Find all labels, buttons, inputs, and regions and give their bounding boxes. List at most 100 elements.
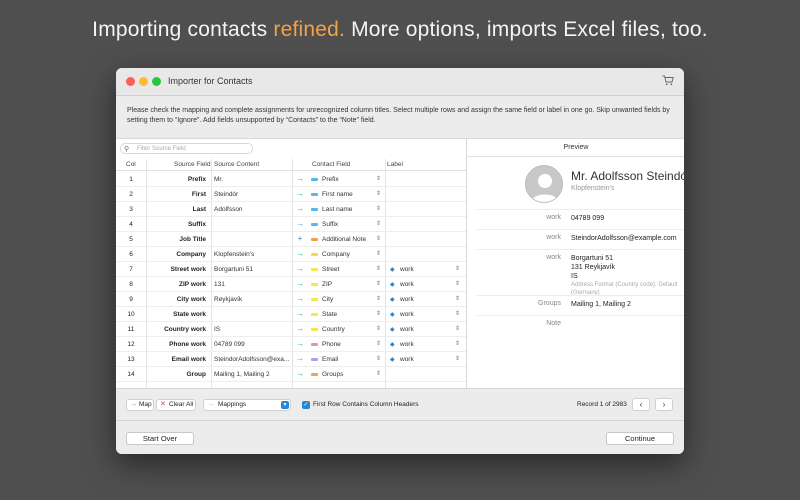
close-window-button[interactable] <box>126 77 135 86</box>
window-title: Importer for Contacts <box>168 76 253 86</box>
zoom-window-button[interactable] <box>152 77 161 86</box>
table-row[interactable]: 12 Phone work 04789 099 → Phone ⇕ ◆ work ⇕ <box>116 337 466 352</box>
field-color-swatch <box>311 208 318 211</box>
contact-field-value: Email <box>322 356 339 363</box>
preview-company: Klopfenstein's <box>571 185 615 192</box>
field-color-swatch <box>311 313 318 316</box>
start-over-button[interactable]: Start Over <box>126 432 194 445</box>
table-row[interactable]: 5 Job Title + Additional Note ⇕ <box>116 232 466 247</box>
arrow-right-icon: → <box>130 401 137 408</box>
x-icon: ✕ <box>160 401 166 408</box>
first-row-headers-checkbox[interactable]: ✓ <box>302 401 310 409</box>
arrow-right-icon: → <box>296 294 304 303</box>
contact-field-popup[interactable]: First name ⇕ <box>309 190 383 200</box>
contact-field-popup[interactable]: Prefix ⇕ <box>309 175 383 185</box>
label-popup[interactable]: ◆ work ⇕ <box>388 295 462 305</box>
table-row[interactable]: 7 Street work Borgartuni 51 → Street ⇕ ◆ work ⇕ <box>116 262 466 277</box>
row-source-field: Group <box>186 371 207 378</box>
contact-field-popup[interactable]: Suffix ⇕ <box>309 220 383 230</box>
contact-field-value: Company <box>322 251 350 258</box>
mappings-popup[interactable]: → Mappings ▼ <box>203 399 291 411</box>
previous-record-button[interactable]: ‹ <box>632 398 650 411</box>
table-row[interactable]: 6 Company Klopfenstein's → Company ⇕ <box>116 247 466 262</box>
continue-button[interactable]: Continue <box>606 432 674 445</box>
contact-field-popup[interactable]: State ⇕ <box>309 310 383 320</box>
preview-name: Mr. Adolfsson Steindór <box>571 169 684 183</box>
row-col-number: 4 <box>129 221 133 228</box>
field-color-swatch <box>311 238 318 241</box>
row-col-number: 7 <box>129 266 133 273</box>
up-down-chevron-icon: ⇕ <box>454 296 460 302</box>
table-row[interactable]: 2 First Steindór → First name ⇕ <box>116 187 466 202</box>
contact-field-value: ZIP <box>322 281 333 288</box>
up-down-chevron-icon: ⇕ <box>375 206 381 212</box>
mappings-label: Mappings <box>218 401 247 408</box>
row-col-number: 14 <box>127 371 135 378</box>
preview-address-row: work Borgartuni 51 131 Reykjavík IS Addr… <box>477 249 684 297</box>
table-row[interactable]: 1 Prefix Mr. → Prefix ⇕ <box>116 172 466 187</box>
table-row[interactable]: 8 ZIP work 131 → ZIP ⇕ ◆ work ⇕ <box>116 277 466 292</box>
contact-field-popup[interactable]: Groups ⇕ <box>309 370 383 380</box>
contact-field-value: Suffix <box>322 221 339 228</box>
table-row[interactable]: 14 Group Mailing 1, Mailing 2 → Groups ⇕ <box>116 367 466 382</box>
cart-icon[interactable] <box>662 75 674 86</box>
map-button[interactable]: → Map <box>126 399 154 411</box>
contact-field-popup[interactable]: Email ⇕ <box>309 355 383 365</box>
address-street: Borgartuni 51 <box>571 255 614 262</box>
contact-field-popup[interactable]: Last name ⇕ <box>309 205 383 215</box>
table-row[interactable]: 13 Email work SteindorAdolfsson@exa... → Ema… <box>116 352 466 367</box>
row-col-number: 6 <box>129 251 133 258</box>
clear-all-button[interactable]: ✕ Clear All <box>156 399 196 411</box>
phone-value: 04789 099 <box>571 215 605 222</box>
arrow-right-icon: → <box>296 264 304 273</box>
arrow-right-icon: → <box>296 279 304 288</box>
table-row[interactable]: 10 State work → State ⇕ ◆ work ⇕ <box>116 307 466 322</box>
tag-icon: ◆ <box>390 342 395 348</box>
contact-field-popup[interactable]: ZIP ⇕ <box>309 280 383 290</box>
label-popup[interactable]: ◆ work ⇕ <box>388 310 462 320</box>
row-source-field: Email work <box>171 356 206 363</box>
contact-field-popup[interactable]: Additional Note ⇕ <box>309 235 383 245</box>
titlebar: Importer for Contacts <box>116 68 684 96</box>
contact-field-popup[interactable]: Company ⇕ <box>309 250 383 260</box>
up-down-chevron-icon: ⇕ <box>375 326 381 332</box>
label-popup[interactable]: ◆ work ⇕ <box>388 265 462 275</box>
label-popup[interactable]: ◆ work ⇕ <box>388 325 462 335</box>
header-label[interactable]: Label <box>387 161 403 168</box>
contact-field-popup[interactable]: Phone ⇕ <box>309 340 383 350</box>
contact-field-value: Groups <box>322 371 344 378</box>
contact-field-popup[interactable]: Country ⇕ <box>309 325 383 335</box>
table-row[interactable]: 3 Last Adolfsson → Last name ⇕ <box>116 202 466 217</box>
label-popup[interactable]: ◆ work ⇕ <box>388 355 462 365</box>
contact-field-value: Last name <box>322 206 353 213</box>
label-popup[interactable]: ◆ work ⇕ <box>388 340 462 350</box>
arrow-right-icon: → <box>296 249 304 258</box>
header-col[interactable]: Col <box>126 161 136 168</box>
next-record-button[interactable]: › <box>655 398 673 411</box>
preview-groups-row: Groups Mailing 1, Mailing 2 <box>477 295 684 315</box>
header-source-field[interactable]: Source Field <box>174 161 211 168</box>
up-down-chevron-icon: ⇕ <box>375 371 381 377</box>
contact-field-popup[interactable]: Street ⇕ <box>309 265 383 275</box>
address-format-hint: Address Format (Country code): Default <box>571 282 678 288</box>
importer-window: Importer for Contacts Please check the m… <box>116 68 684 454</box>
up-down-chevron-icon: ⇕ <box>375 311 381 317</box>
map-label: Map <box>139 401 152 408</box>
contact-field-popup[interactable]: City ⇕ <box>309 295 383 305</box>
filter-source-field-input[interactable]: ⚲ Filter Source Field <box>120 143 253 154</box>
label-popup[interactable]: ◆ work ⇕ <box>388 280 462 290</box>
header-contact-field[interactable]: Contact Field <box>312 161 350 168</box>
header-source-content[interactable]: Source Content <box>214 161 259 168</box>
email-value: SteindorAdolfsson@example.com <box>571 235 677 242</box>
row-source-content: IS <box>214 326 221 333</box>
field-color-swatch <box>311 358 318 361</box>
minimize-window-button[interactable] <box>139 77 148 86</box>
up-down-chevron-icon: ⇕ <box>454 356 460 362</box>
field-color-swatch <box>311 178 318 181</box>
mapping-table: ⚲ Filter Source Field Col Source Field S… <box>116 138 466 389</box>
filter-placeholder: Filter Source Field <box>137 146 186 152</box>
table-row[interactable]: 11 Country work IS → Country ⇕ ◆ work ⇕ <box>116 322 466 337</box>
table-row[interactable]: 9 City work Reykjavík → City ⇕ ◆ work ⇕ <box>116 292 466 307</box>
address-value: Borgartuni 51 131 Reykjavík IS Address F… <box>571 254 677 297</box>
table-row[interactable]: 4 Suffix → Suffix ⇕ <box>116 217 466 232</box>
